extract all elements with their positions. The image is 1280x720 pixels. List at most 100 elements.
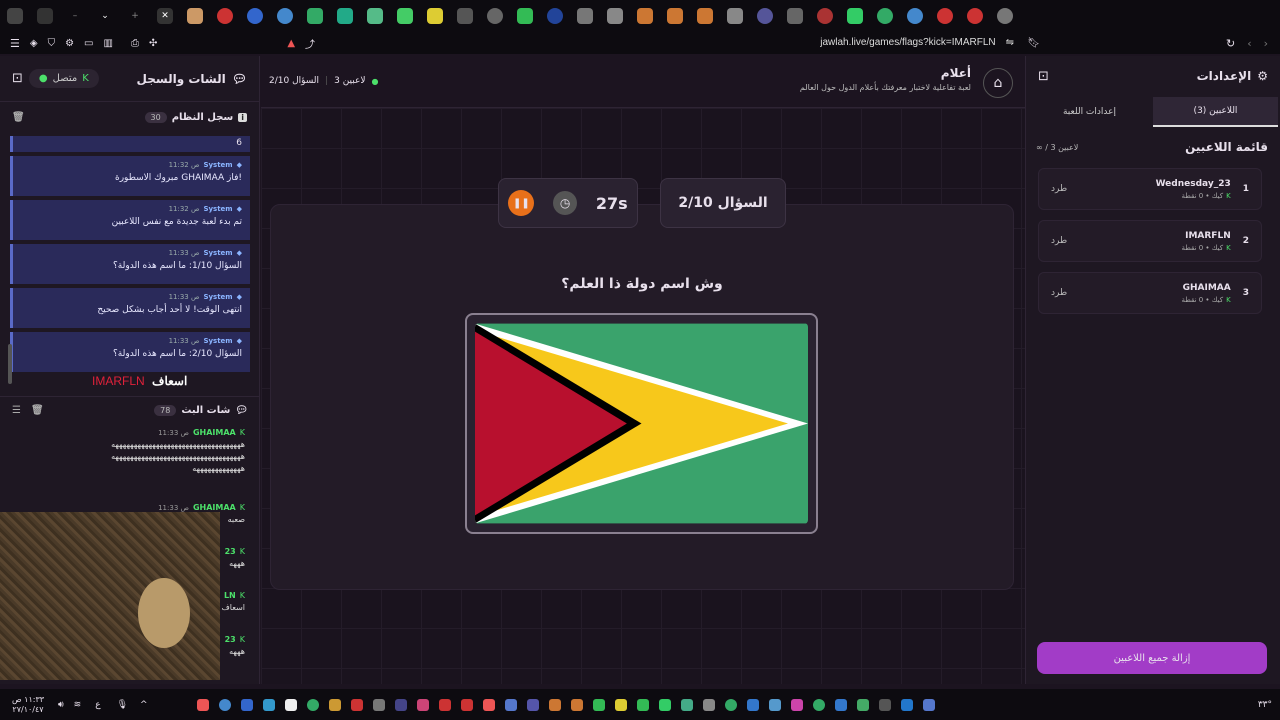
kick-player-button[interactable]: طرد (1051, 236, 1067, 246)
app-icon[interactable] (614, 698, 627, 711)
new-tab-icon[interactable]: + (127, 8, 143, 24)
app-icon[interactable] (878, 698, 891, 711)
tab-favicon[interactable] (757, 8, 773, 24)
app-icon[interactable] (790, 698, 803, 711)
shield-icon[interactable]: ⛉ (48, 38, 56, 49)
expand-panel-icon[interactable]: ⊡ (1038, 69, 1049, 84)
volume-icon[interactable]: 🔊︎ (58, 700, 64, 710)
app-icon[interactable] (922, 698, 935, 711)
pause-button[interactable]: ❚❚ (508, 190, 535, 216)
tab-favicon[interactable] (847, 8, 863, 24)
tab-favicon[interactable] (457, 8, 473, 24)
app-icon[interactable] (394, 698, 407, 711)
tab-favicon[interactable] (427, 8, 443, 24)
remove-all-players-button[interactable]: إزالة جميع اللاعبين (1037, 642, 1267, 674)
tab-favicon[interactable] (367, 8, 383, 24)
chevron-up-icon[interactable]: ^ (140, 700, 148, 710)
trash-icon[interactable]: 🗑︎ (12, 112, 25, 123)
tab-players[interactable]: اللاعبين (3) (1153, 97, 1278, 127)
app-icon[interactable] (856, 698, 869, 711)
tab-favicon[interactable] (727, 8, 743, 24)
tab-favicon[interactable] (877, 8, 893, 24)
back-icon[interactable]: ‹ (1247, 37, 1251, 50)
tab-favicon[interactable] (577, 8, 593, 24)
tab-favicon[interactable] (637, 8, 653, 24)
clock[interactable]: ١١:٣٣ ص ٢٧/١٠/٤٧ (8, 695, 48, 715)
tab-favicon[interactable] (37, 8, 53, 24)
app-icon[interactable] (240, 698, 253, 711)
app-icon[interactable] (218, 698, 231, 711)
forward-icon[interactable]: › (1264, 37, 1268, 50)
extension-icon[interactable]: ⚙ (65, 38, 74, 49)
tab-game-settings[interactable]: إعدادات اللعبة (1027, 97, 1152, 127)
app-icon[interactable] (482, 698, 495, 711)
app-icon[interactable] (702, 698, 715, 711)
tab-favicon[interactable] (247, 8, 263, 24)
system-log-list[interactable]: 6 11:32 ص System ◆ مبروك الاسطورة GHAIMAA ف… (10, 136, 250, 380)
app-icon[interactable] (306, 698, 319, 711)
bookmark-icon[interactable]: 🔖︎ (1027, 38, 1040, 49)
tab-favicon[interactable] (907, 8, 923, 24)
url-field[interactable]: jawlah.live/games/flags?kick=IMARFLN ⇋ (294, 32, 1014, 52)
app-icon[interactable] (592, 698, 605, 711)
wifi-icon[interactable]: ≋ (74, 700, 82, 710)
tab-favicon[interactable] (607, 8, 623, 24)
tab-favicon[interactable] (397, 8, 413, 24)
tab-favicon[interactable] (817, 8, 833, 24)
kick-player-button[interactable]: طرد (1051, 184, 1067, 194)
app-icon[interactable] (812, 698, 825, 711)
weather-temp[interactable]: ٣٣° (1258, 700, 1272, 710)
app-icon[interactable] (350, 698, 363, 711)
app-icon[interactable] (460, 698, 473, 711)
tab-favicon[interactable] (307, 8, 323, 24)
workspace-icon[interactable] (7, 8, 23, 24)
home-button[interactable]: ⌂ (983, 68, 1013, 98)
app-icon[interactable] (438, 698, 451, 711)
app-icon[interactable] (328, 698, 341, 711)
layers-icon[interactable]: ◈ (30, 38, 38, 49)
tab-favicon[interactable] (217, 8, 233, 24)
app-icon[interactable] (416, 698, 429, 711)
app-icon[interactable] (548, 698, 561, 711)
reload-icon[interactable]: ↻ (1226, 37, 1235, 50)
app-icon[interactable] (834, 698, 847, 711)
screenshot-icon[interactable]: ⎙ (131, 38, 139, 49)
kick-player-button[interactable]: طرد (1051, 288, 1067, 298)
app-icon[interactable] (196, 698, 209, 711)
app-icon[interactable] (284, 698, 297, 711)
tab-favicon[interactable] (277, 8, 293, 24)
tab-favicon[interactable] (667, 8, 683, 24)
app-icon[interactable] (262, 698, 275, 711)
tab-favicon[interactable] (937, 8, 953, 24)
app-icon[interactable] (504, 698, 517, 711)
app-icon[interactable] (658, 698, 671, 711)
chevron-down-icon[interactable]: ⌄ (97, 8, 113, 24)
app-icon[interactable] (372, 698, 385, 711)
app-icon[interactable] (680, 698, 693, 711)
scrollbar[interactable] (8, 344, 12, 384)
tab-favicon[interactable] (187, 8, 203, 24)
tune-icon[interactable]: ⇋ (1006, 37, 1014, 48)
app-icon[interactable] (900, 698, 913, 711)
close-tab-icon[interactable]: ✕ (157, 8, 173, 24)
app-icon[interactable] (570, 698, 583, 711)
app-icon[interactable] (636, 698, 649, 711)
minimize-icon[interactable]: – (67, 8, 83, 24)
tab-favicon[interactable] (997, 8, 1013, 24)
menu-icon[interactable]: ☰ (10, 37, 20, 50)
collapse-panel-icon[interactable]: ⊡ (12, 71, 23, 86)
trash-icon[interactable]: 🗑︎ (31, 405, 44, 416)
wallet-icon[interactable]: ▭ (84, 38, 93, 49)
app-icon[interactable] (768, 698, 781, 711)
app-icon[interactable] (724, 698, 737, 711)
puzzle-icon[interactable]: ✣ (149, 38, 157, 49)
align-icon[interactable]: ☰ (12, 405, 21, 416)
language-indicator[interactable]: ع (95, 700, 100, 710)
app-icon[interactable] (746, 698, 759, 711)
sidebar-icon[interactable]: ▥ (104, 38, 113, 49)
tab-favicon[interactable] (547, 8, 563, 24)
tab-favicon[interactable] (697, 8, 713, 24)
mic-icon[interactable]: 🎙︎ (117, 700, 128, 710)
tab-favicon[interactable] (487, 8, 503, 24)
tab-favicon[interactable] (337, 8, 353, 24)
